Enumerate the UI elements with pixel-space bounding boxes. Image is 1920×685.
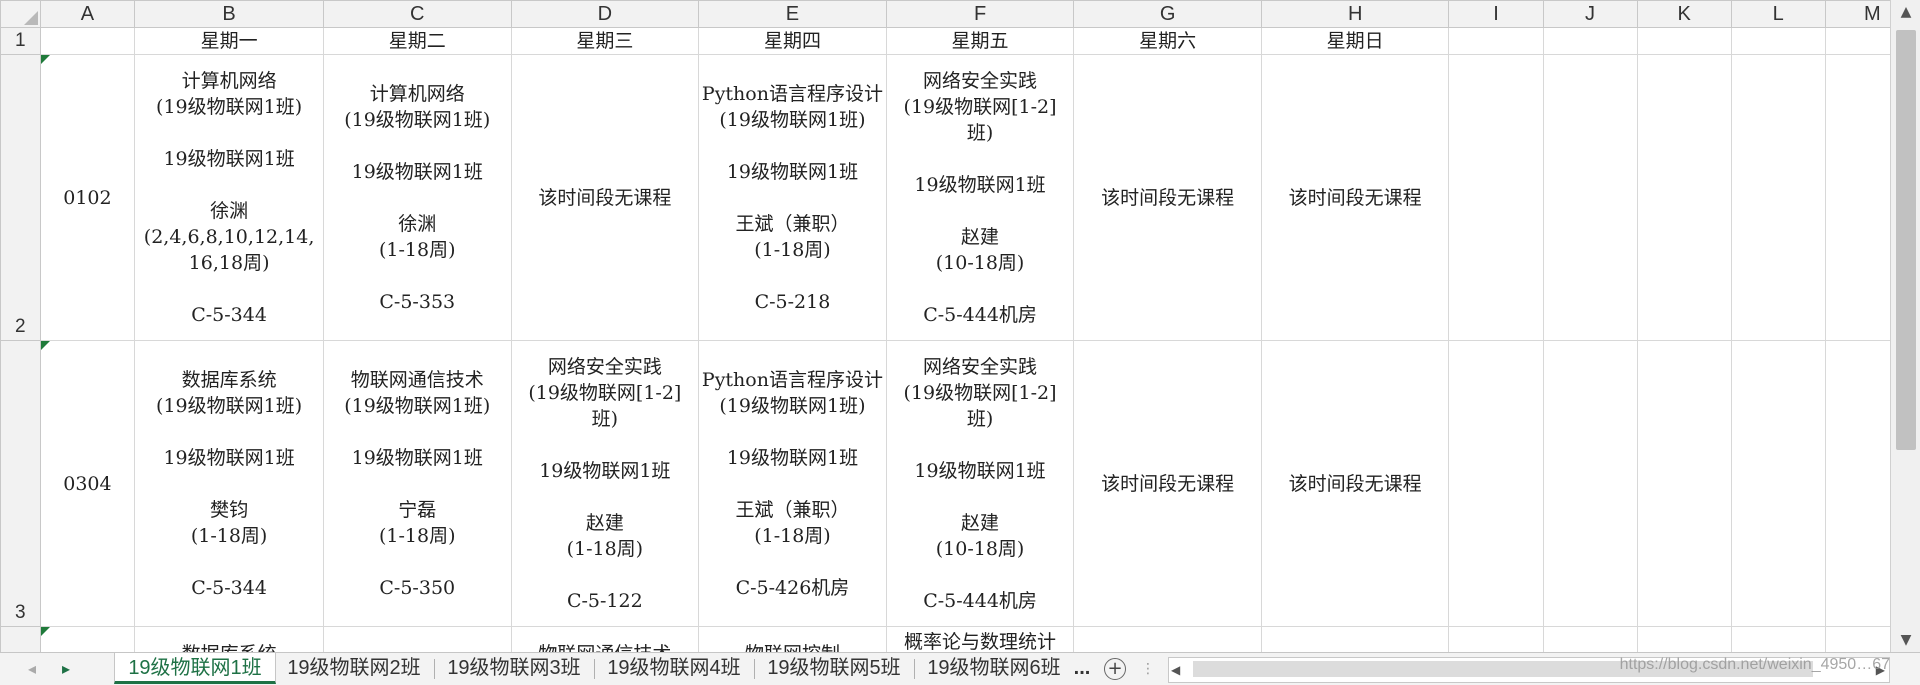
- cell-weekday[interactable]: 星期五: [885, 27, 1075, 55]
- cell[interactable]: [1542, 54, 1638, 341]
- column-header[interactable]: I: [1448, 0, 1544, 28]
- cell-weekday[interactable]: 星期三: [510, 27, 700, 55]
- cell[interactable]: [1542, 27, 1638, 55]
- cell-weekday[interactable]: 星期二: [322, 27, 512, 55]
- cell-course[interactable]: 网络安全实践 (19级物联网[1-2] 班) 19级物联网1班 赵建 (1-18…: [510, 340, 700, 627]
- cell-weekday[interactable]: 星期日: [1260, 27, 1450, 55]
- cell-course[interactable]: 该时间段无课程: [1073, 54, 1262, 341]
- cell-time[interactable]: 0102: [39, 54, 136, 341]
- cell[interactable]: [1730, 626, 1826, 652]
- cell[interactable]: [1636, 54, 1732, 341]
- column-header[interactable]: E: [698, 0, 887, 28]
- cell-flag-icon: [41, 55, 50, 64]
- cell[interactable]: [1542, 340, 1638, 627]
- cell-course[interactable]: 物联网控制: [698, 626, 887, 652]
- column-header[interactable]: B: [134, 0, 324, 28]
- sheet-tab-6[interactable]: 19级物联网6班: [916, 653, 1072, 683]
- cell-course[interactable]: 该时间段无课程: [1260, 340, 1450, 627]
- cell-time[interactable]: 0304: [39, 340, 136, 627]
- sheet-tab-4[interactable]: 19级物联网4班: [596, 653, 752, 683]
- scroll-left-icon[interactable]: ◀: [1171, 658, 1180, 682]
- sheet-tab-3[interactable]: 19级物联网3班: [436, 653, 592, 683]
- cell-weekday[interactable]: 星期六: [1073, 27, 1262, 55]
- sheet-tab-1[interactable]: 19级物联网1班: [114, 653, 276, 684]
- cell-course[interactable]: 该时间段无课程: [510, 54, 700, 341]
- column-header[interactable]: G: [1073, 0, 1262, 28]
- cell[interactable]: [1448, 27, 1544, 55]
- cell[interactable]: [1636, 626, 1732, 652]
- sheet-tab-5[interactable]: 19级物联网5班: [756, 653, 912, 683]
- cell[interactable]: [1636, 27, 1732, 55]
- cell[interactable]: [1448, 54, 1544, 341]
- row-header[interactable]: 3: [0, 340, 41, 627]
- cell-course[interactable]: Python语言程序设计 (19级物联网1班) 19级物联网1班 王斌（兼职） …: [698, 340, 887, 627]
- spreadsheet-area: A B C D E F G H I J K L M 1 星期一 星期二 星期三 …: [0, 0, 1920, 652]
- cell[interactable]: [39, 27, 136, 55]
- cell[interactable]: [1260, 626, 1450, 652]
- cell[interactable]: [1448, 626, 1544, 652]
- column-header[interactable]: A: [39, 0, 136, 28]
- scroll-up-icon[interactable]: ▲: [1891, 0, 1920, 24]
- table-row: 数据库系统 物联网通信技术 物联网控制 概率论与数理统计: [0, 626, 1920, 652]
- next-sheet-icon[interactable]: ▸: [52, 653, 80, 685]
- cell-course[interactable]: 网络安全实践 (19级物联网[1-2] 班) 19级物联网1班 赵建 (10-1…: [885, 340, 1075, 627]
- cell-course[interactable]: 物联网通信技术: [510, 626, 700, 652]
- row-header[interactable]: 1: [0, 27, 41, 55]
- column-header-row: A B C D E F G H I J K L M: [0, 0, 1920, 28]
- table-row: 2 0102 计算机网络 (19级物联网1班) 19级物联网1班 徐渊 (2,4…: [0, 54, 1920, 341]
- column-header[interactable]: K: [1636, 0, 1732, 28]
- column-header[interactable]: H: [1260, 0, 1450, 28]
- more-tabs-button[interactable]: ...: [1070, 653, 1094, 683]
- cell[interactable]: [1730, 27, 1826, 55]
- cell[interactable]: [1636, 340, 1732, 627]
- cell[interactable]: [1730, 340, 1826, 627]
- cell-course[interactable]: 该时间段无课程: [1260, 54, 1450, 341]
- cell-weekday[interactable]: 星期一: [134, 27, 324, 55]
- spreadsheet-grid: A B C D E F G H I J K L M 1 星期一 星期二 星期三 …: [0, 0, 1920, 652]
- watermark-text: https://blog.csdn.net/weixin_4950…67: [1619, 656, 1890, 673]
- table-row: 3 0304 数据库系统 (19级物联网1班) 19级物联网1班 樊钧 (1-1…: [0, 340, 1920, 627]
- column-header[interactable]: L: [1730, 0, 1826, 28]
- row-header[interactable]: [0, 626, 41, 652]
- splitter-handle-icon[interactable]: ⋮: [1134, 653, 1162, 685]
- cell-course[interactable]: 计算机网络 (19级物联网1班) 19级物联网1班 徐渊 (2,4,6,8,10…: [134, 54, 324, 341]
- cell-course[interactable]: 概率论与数理统计: [885, 626, 1075, 652]
- cell-weekday[interactable]: 星期四: [698, 27, 887, 55]
- cell-course[interactable]: Python语言程序设计 (19级物联网1班) 19级物联网1班 王斌（兼职） …: [698, 54, 887, 341]
- cell-course[interactable]: [322, 626, 512, 652]
- column-header[interactable]: J: [1542, 0, 1638, 28]
- cell-course[interactable]: 计算机网络 (19级物联网1班) 19级物联网1班 徐渊 (1-18周) C-5…: [322, 54, 512, 341]
- cell[interactable]: [1073, 626, 1262, 652]
- cell-time[interactable]: [39, 626, 136, 652]
- cell-flag-icon: [41, 341, 50, 350]
- cell-course[interactable]: 物联网通信技术 (19级物联网1班) 19级物联网1班 宁磊 (1-18周) C…: [322, 340, 512, 627]
- column-header[interactable]: F: [885, 0, 1075, 28]
- column-header[interactable]: C: [322, 0, 512, 28]
- select-all-corner[interactable]: [0, 0, 41, 28]
- cell-course[interactable]: 该时间段无课程: [1073, 340, 1262, 627]
- vertical-scroll-thumb[interactable]: [1896, 30, 1916, 450]
- cell-course[interactable]: 数据库系统 (19级物联网1班) 19级物联网1班 樊钧 (1-18周) C-5…: [134, 340, 324, 627]
- prev-sheet-icon[interactable]: ◂: [18, 653, 46, 685]
- row-header[interactable]: 2: [0, 54, 41, 341]
- cell-flag-icon: [41, 627, 50, 636]
- vertical-scrollbar[interactable]: ▲ ▼: [1890, 0, 1920, 652]
- cell[interactable]: [1730, 54, 1826, 341]
- cell-course[interactable]: 网络安全实践 (19级物联网[1-2] 班) 19级物联网1班 赵建 (10-1…: [885, 54, 1075, 341]
- cell[interactable]: [1448, 340, 1544, 627]
- cell[interactable]: [1542, 626, 1638, 652]
- column-header[interactable]: D: [510, 0, 700, 28]
- cell-course[interactable]: 数据库系统: [134, 626, 324, 652]
- add-sheet-icon[interactable]: +: [1104, 658, 1126, 680]
- scroll-down-icon[interactable]: ▼: [1891, 628, 1920, 652]
- table-row: 1 星期一 星期二 星期三 星期四 星期五 星期六 星期日: [0, 27, 1920, 55]
- sheet-tab-2[interactable]: 19级物联网2班: [276, 653, 432, 683]
